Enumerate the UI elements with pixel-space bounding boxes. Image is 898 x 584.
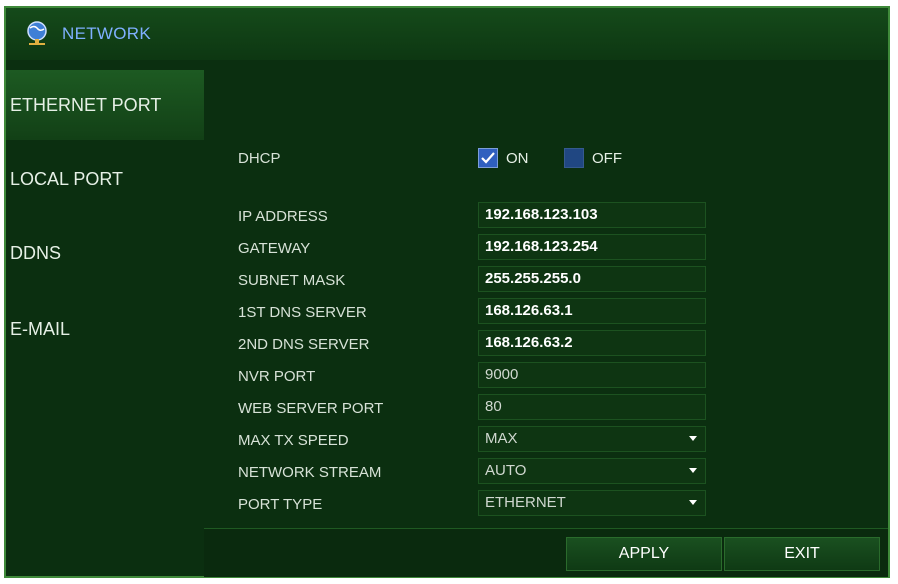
ip-address-field[interactable]: 192.168.123.103: [478, 202, 706, 228]
sidebar-item-ethernet-port[interactable]: ETHERNET PORT: [6, 70, 204, 140]
port-type-label: PORT TYPE: [238, 496, 323, 513]
chevron-down-icon: [689, 436, 697, 441]
ethernet-port-panel: DHCP ON OFF IP ADDRESS 192.168.123.103 G…: [204, 60, 888, 577]
chevron-down-icon: [689, 468, 697, 473]
web-server-port-label: WEB SERVER PORT: [238, 400, 384, 417]
network-stream-label: NETWORK STREAM: [238, 464, 382, 481]
dns1-field[interactable]: 168.126.63.1: [478, 298, 706, 324]
max-tx-speed-select[interactable]: MAX: [478, 426, 706, 452]
dns2-field[interactable]: 168.126.63.2: [478, 330, 706, 356]
gateway-label: GATEWAY: [238, 240, 311, 257]
network-stream-select[interactable]: AUTO: [478, 458, 706, 484]
apply-button[interactable]: APPLY: [566, 537, 722, 571]
subnet-mask-field[interactable]: 255.255.255.0: [478, 266, 706, 292]
nvr-port-field[interactable]: 9000: [478, 362, 706, 388]
title-bar: NETWORK: [6, 8, 888, 61]
ip-address-label: IP ADDRESS: [238, 208, 328, 225]
network-stream-value: AUTO: [485, 462, 527, 479]
port-type-select[interactable]: ETHERNET: [478, 490, 706, 516]
checkmark-icon: [481, 152, 495, 164]
port-type-value: ETHERNET: [485, 494, 566, 511]
network-settings-window: NETWORK ETHERNET PORT LOCAL PORT DDNS E-…: [4, 6, 890, 578]
web-server-port-field[interactable]: 80: [478, 394, 706, 420]
gateway-field[interactable]: 192.168.123.254: [478, 234, 706, 260]
dhcp-on-checkbox[interactable]: [478, 148, 498, 168]
dns2-label: 2ND DNS SERVER: [238, 336, 370, 353]
max-tx-speed-value: MAX: [485, 430, 518, 447]
dhcp-off-label: OFF: [592, 150, 622, 167]
chevron-down-icon: [689, 500, 697, 505]
footer-bar: APPLY EXIT: [204, 528, 888, 577]
sidebar-item-local-port[interactable]: LOCAL PORT: [6, 144, 204, 214]
dhcp-off-checkbox[interactable]: [564, 148, 584, 168]
subnet-mask-label: SUBNET MASK: [238, 272, 346, 289]
window-title: NETWORK: [62, 24, 151, 43]
dns1-label: 1ST DNS SERVER: [238, 304, 367, 321]
sidebar-item-ddns[interactable]: DDNS: [6, 218, 204, 288]
nvr-port-label: NVR PORT: [238, 368, 316, 385]
dhcp-on-label: ON: [506, 150, 529, 167]
sidebar: ETHERNET PORT LOCAL PORT DDNS E-MAIL: [6, 60, 205, 576]
globe-network-icon: [27, 21, 47, 45]
sidebar-item-email[interactable]: E-MAIL: [6, 294, 204, 364]
max-tx-speed-label: MAX TX SPEED: [238, 432, 349, 449]
dhcp-label: DHCP: [238, 150, 281, 167]
exit-button[interactable]: EXIT: [724, 537, 880, 571]
